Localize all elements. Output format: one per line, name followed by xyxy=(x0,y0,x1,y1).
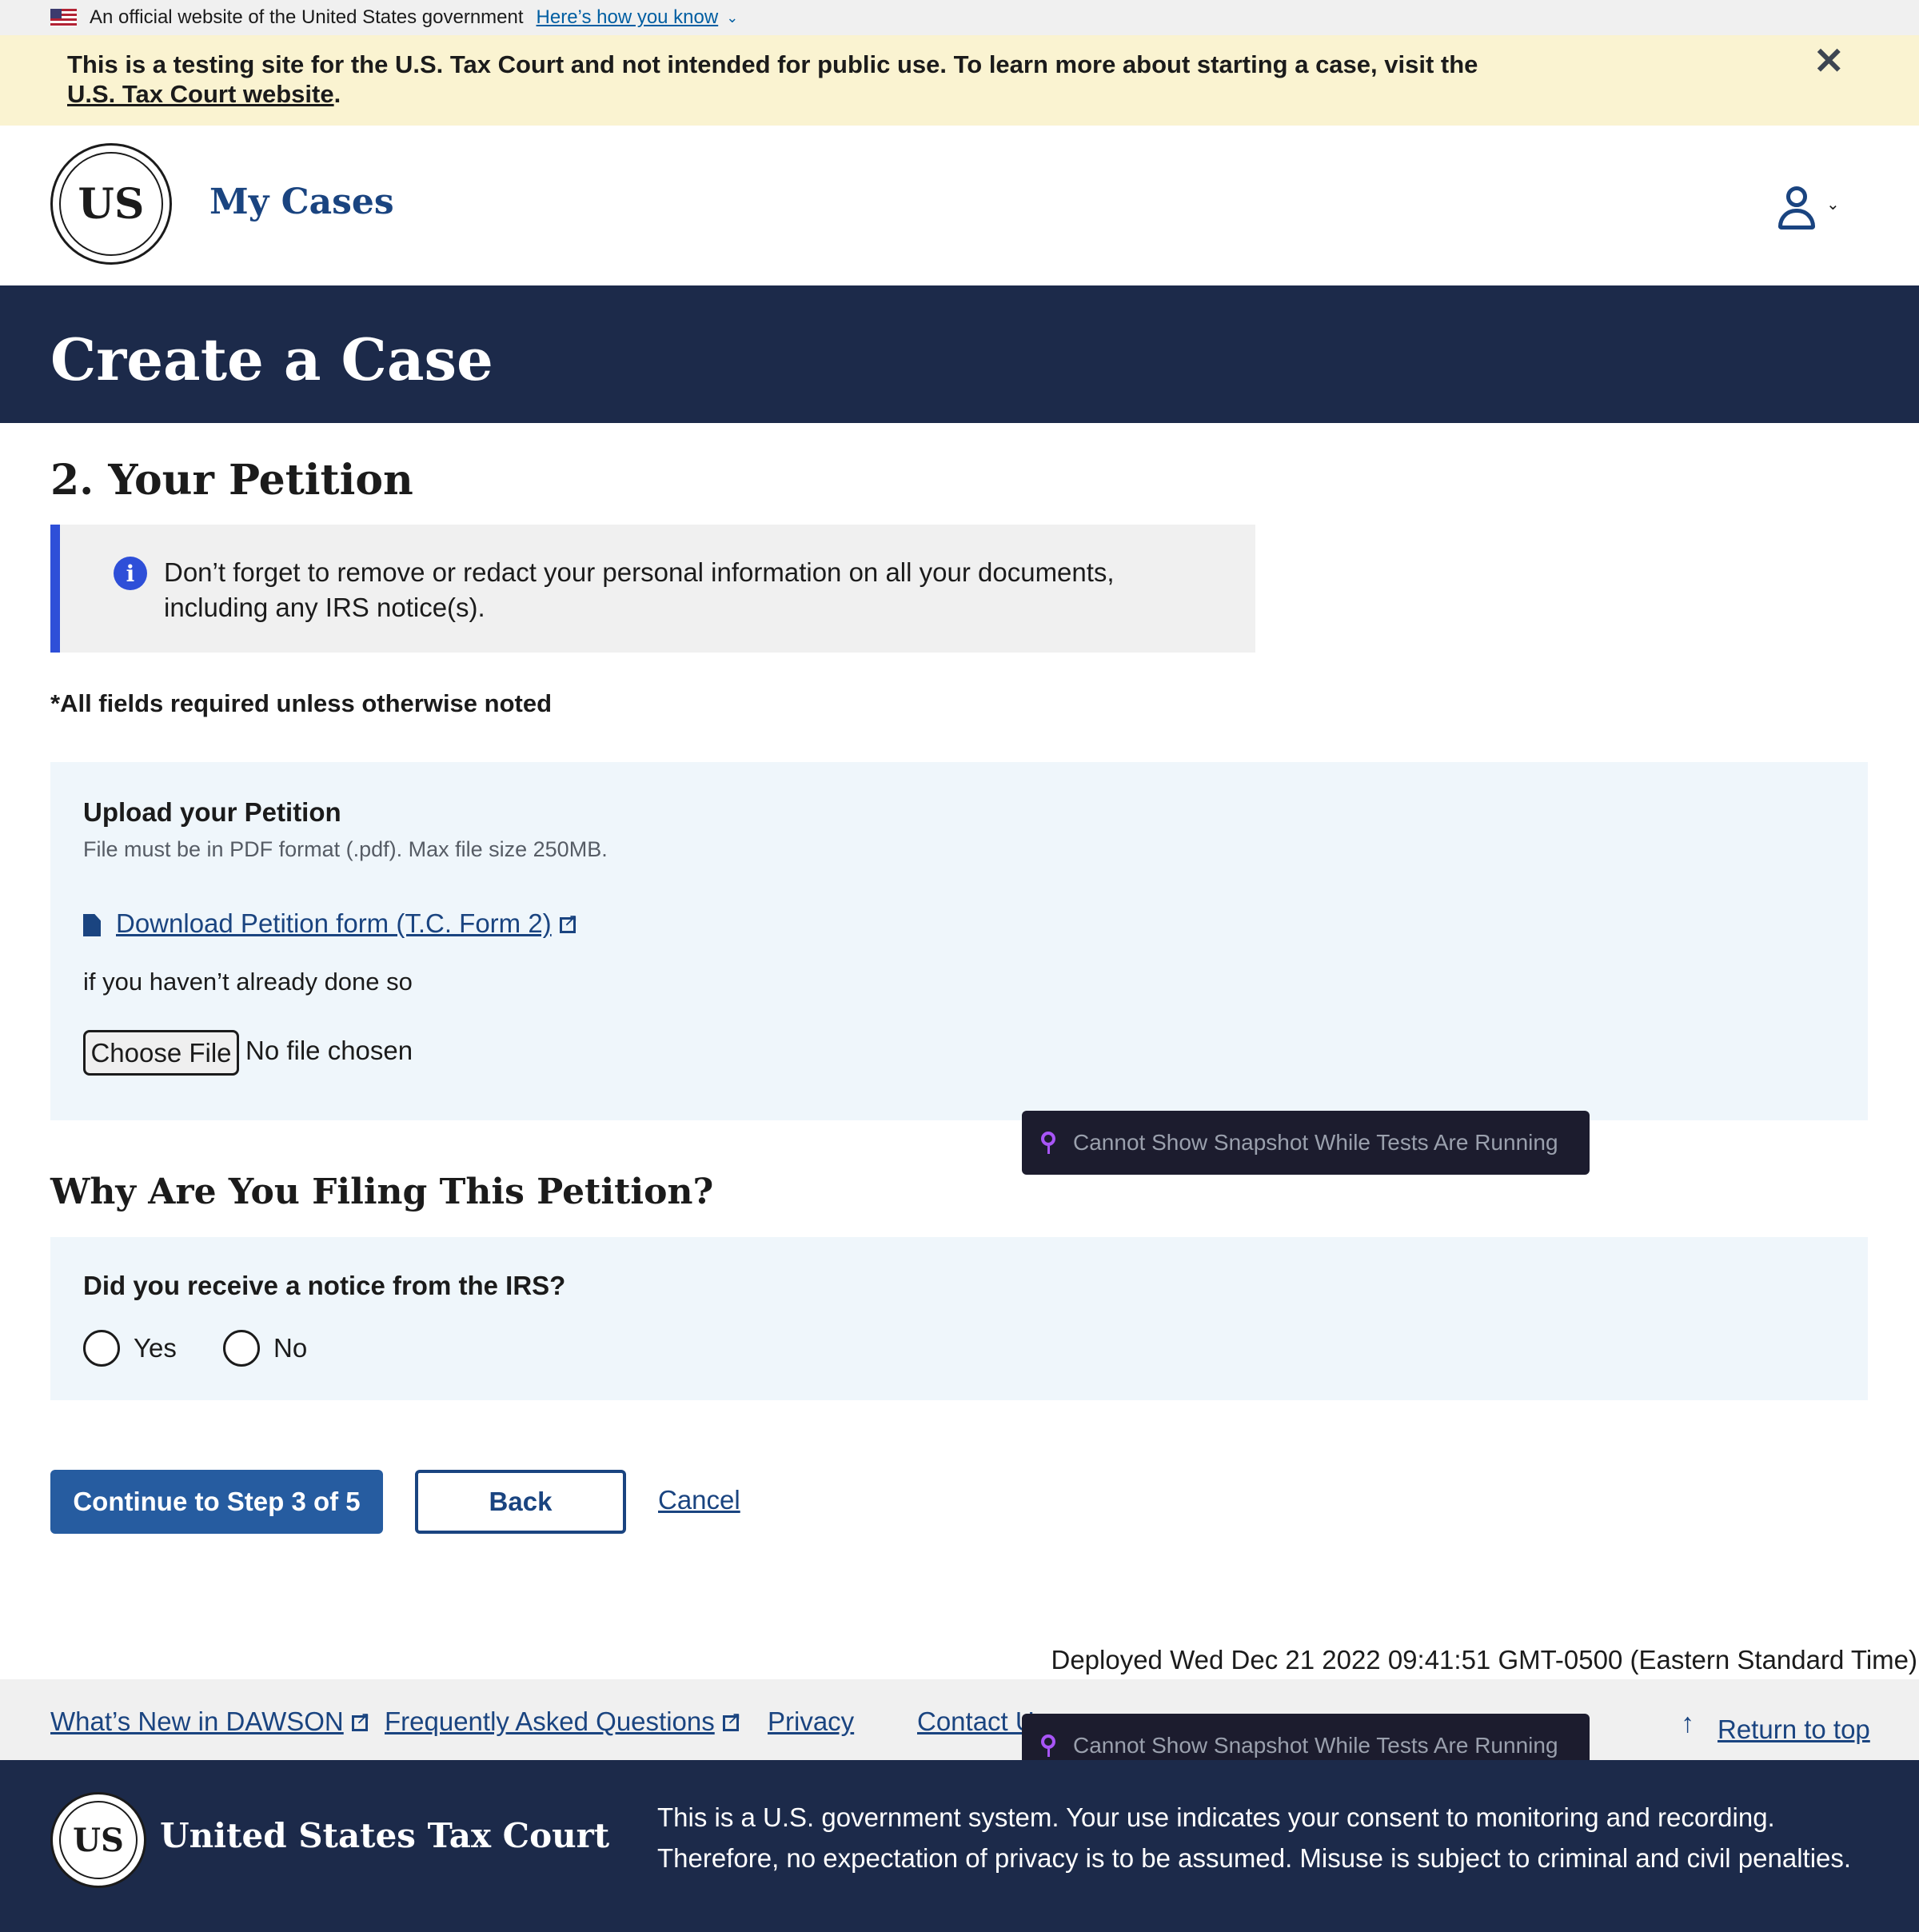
external-link-icon xyxy=(722,1708,741,1732)
site-footer: US United States Tax Court This is a U.S… xyxy=(0,1760,1919,1932)
download-petition-form-link[interactable]: Download Petition form (T.C. Form 2) xyxy=(116,908,578,939)
file-status: No file chosen xyxy=(245,1036,413,1065)
continue-button[interactable]: Continue to Step 3 of 5 xyxy=(50,1470,383,1534)
external-link-icon xyxy=(351,1708,370,1732)
page-title-band: Create a Case xyxy=(0,285,1919,423)
tax-court-website-link[interactable]: U.S. Tax Court website xyxy=(67,80,334,108)
gov-banner-text: An official website of the United States… xyxy=(90,6,524,28)
footer-legal-notice: This is a U.S. government system. Your u… xyxy=(657,1802,1852,1873)
back-button[interactable]: Back xyxy=(415,1470,626,1534)
cancel-link[interactable]: Cancel xyxy=(658,1485,740,1515)
seal-letters: US xyxy=(78,179,145,229)
arrow-up-icon[interactable]: ↑ xyxy=(1681,1708,1694,1739)
snapshot-overlay-text: Cannot Show Snapshot While Tests Are Run… xyxy=(1073,1130,1558,1155)
faq-link[interactable]: Frequently Asked Questions xyxy=(385,1706,741,1737)
testing-banner-end: . xyxy=(333,80,341,108)
tax-court-seal-logo: US xyxy=(50,1792,146,1888)
radio-no[interactable] xyxy=(223,1330,260,1367)
download-note: if you haven’t already done so xyxy=(83,968,413,996)
info-alert: i Don’t forget to remove or redact your … xyxy=(50,525,1255,653)
upload-petition-hint: File must be in PDF format (.pdf). Max f… xyxy=(83,837,608,861)
external-link-icon xyxy=(559,910,578,934)
irs-notice-question: Did you receive a notice from the IRS? xyxy=(83,1271,566,1300)
download-link-text: Download Petition form (T.C. Form 2) xyxy=(116,908,552,938)
close-icon[interactable]: ✕ xyxy=(1813,42,1845,79)
footer-court-name: United States Tax Court xyxy=(160,1816,610,1855)
user-menu-chevron-icon[interactable]: ⌄ xyxy=(1826,194,1840,214)
radio-yes-label[interactable]: Yes xyxy=(134,1333,177,1363)
alert-message: Don’t forget to remove or redact your pe… xyxy=(164,557,1115,622)
irs-notice-section: Did you receive a notice from the IRS? Y… xyxy=(50,1237,1868,1400)
footer-links-bar: What’s New in DAWSON Frequently Asked Qu… xyxy=(0,1679,1919,1760)
privacy-link[interactable]: Privacy xyxy=(768,1706,854,1737)
deployment-info: Deployed Wed Dec 21 2022 09:41:51 GMT-05… xyxy=(1051,1645,1917,1675)
snapshot-overlay-text: Cannot Show Snapshot While Tests Are Run… xyxy=(1073,1733,1558,1758)
radio-yes[interactable] xyxy=(83,1330,120,1367)
return-to-top-link[interactable]: Return to top xyxy=(1718,1714,1870,1745)
us-flag-icon xyxy=(50,9,77,26)
pin-icon xyxy=(1041,1132,1055,1154)
site-header: US My Cases ⌄ xyxy=(0,126,1919,285)
heres-how-you-know-link[interactable]: Here’s how you know xyxy=(537,6,719,29)
my-cases-link[interactable]: My Cases xyxy=(209,182,394,222)
whats-new-link[interactable]: What’s New in DAWSON xyxy=(50,1706,370,1737)
info-icon: i xyxy=(114,557,147,590)
testing-banner-message: This is a testing site for the U.S. Tax … xyxy=(67,50,1506,109)
pin-icon xyxy=(1041,1734,1055,1757)
pdf-file-icon xyxy=(83,914,101,936)
page-title: Create a Case xyxy=(50,325,493,393)
gov-banner: An official website of the United States… xyxy=(0,0,1919,35)
user-icon[interactable] xyxy=(1777,186,1817,231)
radio-no-label[interactable]: No xyxy=(273,1333,307,1363)
testing-banner-text: This is a testing site for the U.S. Tax … xyxy=(67,50,1478,78)
seal-letters: US xyxy=(73,1821,124,1859)
snapshot-overlay: Cannot Show Snapshot While Tests Are Run… xyxy=(1022,1111,1590,1175)
step-title: 2. Your Petition xyxy=(50,456,413,505)
choose-file-button[interactable]: Choose File xyxy=(83,1030,239,1076)
contact-link[interactable]: Contact U xyxy=(917,1706,1035,1737)
whats-new-text: What’s New in DAWSON xyxy=(50,1706,344,1736)
upload-petition-label: Upload your Petition xyxy=(83,797,341,827)
chevron-down-icon[interactable]: ⌄ xyxy=(726,10,738,26)
upload-petition-section: Upload your Petition File must be in PDF… xyxy=(50,762,1868,1120)
tax-court-seal-logo[interactable]: US xyxy=(50,143,172,265)
faq-text: Frequently Asked Questions xyxy=(385,1706,715,1736)
why-filing-heading: Why Are You Filing This Petition? xyxy=(50,1172,714,1212)
testing-site-banner: This is a testing site for the U.S. Tax … xyxy=(0,35,1919,126)
required-fields-note: *All fields required unless otherwise no… xyxy=(50,689,553,717)
